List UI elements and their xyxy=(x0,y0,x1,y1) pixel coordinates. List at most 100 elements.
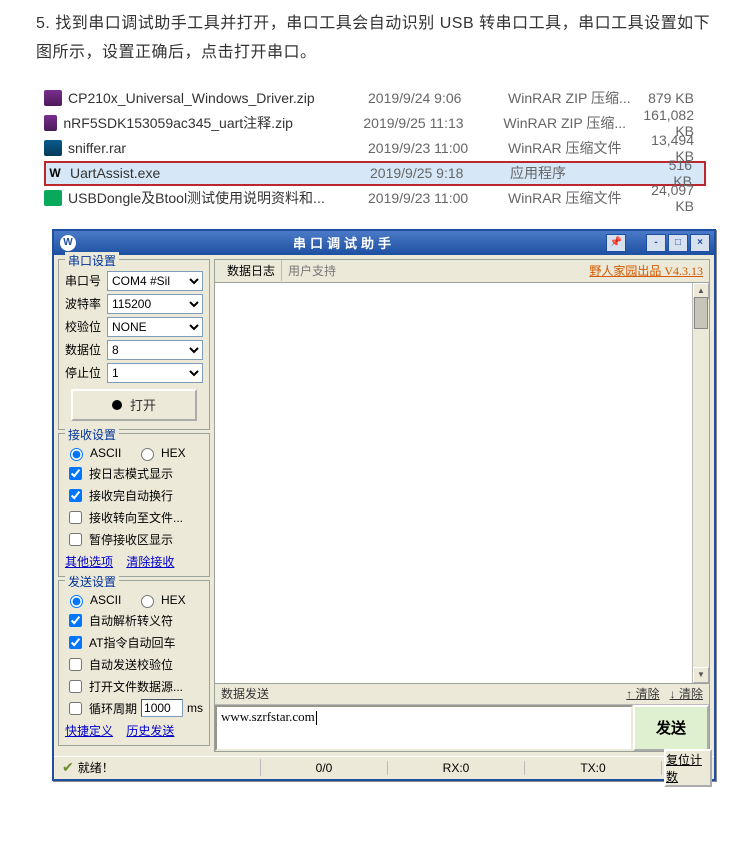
titlebar[interactable]: W 串口调试助手 📌 - □ × xyxy=(54,231,714,255)
baud-select[interactable]: 115200 xyxy=(107,294,203,314)
scroll-down-icon[interactable]: ▼ xyxy=(693,667,709,683)
open-port-label: 打开 xyxy=(130,395,156,414)
send-settings-group: 发送设置 ASCII HEX 自动解析转义符 AT指令自动回车 自动发送校验位 … xyxy=(58,580,210,746)
file-list: CP210x_Universal_Windows_Driver.zip2019/… xyxy=(36,86,714,211)
file-name: USBDongle及Btool测试使用说明资料和... xyxy=(68,188,368,208)
port-label: 串口号 xyxy=(65,272,107,289)
send-ascii-label: ASCII xyxy=(90,593,121,607)
file-date: 2019/9/23 11:00 xyxy=(368,140,508,156)
send-ascii-radio[interactable] xyxy=(70,595,83,608)
file-row[interactable]: CP210x_Universal_Windows_Driver.zip2019/… xyxy=(44,86,706,111)
send-openfile-label: 打开文件数据源... xyxy=(89,678,183,695)
serial-settings-group: 串口设置 串口号 COM4 #Sil 波特率 115200 校验位 NONE xyxy=(58,259,210,430)
file-date: 2019/9/25 11:13 xyxy=(363,115,503,131)
file-type: WinRAR ZIP 压缩... xyxy=(508,88,648,108)
reset-count-button[interactable]: 复位计数 xyxy=(664,749,712,787)
tab-user-support[interactable]: 用户支持 xyxy=(281,260,342,281)
instruction-text: 5. 找到串口调试助手工具并打开，串口工具会自动识别 USB 转串口工具，串口工… xyxy=(36,10,714,68)
send-escape-label: 自动解析转义符 xyxy=(89,612,173,629)
recv-hex-radio[interactable] xyxy=(141,448,154,461)
file-row[interactable]: nRF5SDK153059ac345_uart注释.zip2019/9/25 1… xyxy=(44,111,706,136)
file-name: CP210x_Universal_Windows_Driver.zip xyxy=(68,90,368,106)
open-port-button[interactable]: 打开 xyxy=(71,389,197,421)
send-cycle-check[interactable] xyxy=(69,702,82,715)
send-autochk-check[interactable] xyxy=(69,658,82,671)
send-cycle-input[interactable] xyxy=(141,699,183,717)
send-openfile-check[interactable] xyxy=(69,680,82,693)
send-atcr-check[interactable] xyxy=(69,636,82,649)
recv-ascii-label: ASCII xyxy=(90,446,121,460)
file-type: WinRAR 压缩文件 xyxy=(508,138,648,158)
status-tx: TX:0 xyxy=(525,761,662,775)
brand-label[interactable]: 野人家园出品 V4.3.13 xyxy=(589,262,703,279)
maximize-button[interactable]: □ xyxy=(668,234,688,252)
send-cycle-unit: ms xyxy=(187,701,203,715)
file-row[interactable]: USBDongle及Btool测试使用说明资料和...2019/9/23 11:… xyxy=(44,186,706,211)
file-date: 2019/9/25 9:18 xyxy=(370,165,510,181)
recv-pause-check[interactable] xyxy=(69,533,82,546)
send-shortcut-link[interactable]: 快捷定义 xyxy=(65,724,113,738)
recv-settings-legend: 接收设置 xyxy=(65,426,119,443)
status-ready-text: 就绪！ xyxy=(78,759,114,776)
recv-clear-link[interactable]: 清除接收 xyxy=(126,555,174,569)
caret-icon xyxy=(316,711,317,725)
send-input[interactable]: www.szrfstar.com xyxy=(215,705,633,751)
status-dot-icon xyxy=(112,400,122,410)
send-cycle-label: 循环周期 xyxy=(89,700,137,717)
file-type: WinRAR ZIP 压缩... xyxy=(503,113,643,133)
recv-pause-label: 暂停接收区显示 xyxy=(89,531,173,548)
app-icon: W xyxy=(60,235,76,251)
file-size: 879 KB xyxy=(648,90,706,106)
recv-bylog-check[interactable] xyxy=(69,467,82,480)
pdf-icon xyxy=(44,190,62,206)
recv-autowrap-check[interactable] xyxy=(69,489,82,502)
statusbar: ✔ 就绪！ 0/0 RX:0 TX:0 复位计数 xyxy=(54,756,714,779)
file-type: 应用程序 xyxy=(510,163,650,183)
send-header-label: 数据发送 xyxy=(221,685,269,702)
send-button[interactable]: 发送 xyxy=(633,705,709,751)
recv-ascii-radio[interactable] xyxy=(70,448,83,461)
file-date: 2019/9/24 9:06 xyxy=(368,90,508,106)
data-log-area[interactable]: ▲ ▼ xyxy=(214,282,710,684)
file-name: UartAssist.exe xyxy=(70,165,370,181)
rar-icon xyxy=(44,140,62,156)
file-row[interactable]: sniffer.rar2019/9/23 11:00WinRAR 压缩文件13,… xyxy=(44,136,706,161)
databits-select[interactable]: 8 xyxy=(107,340,203,360)
send-hex-radio[interactable] xyxy=(141,595,154,608)
baud-label: 波特率 xyxy=(65,295,107,312)
pin-icon[interactable]: 📌 xyxy=(606,234,626,252)
close-button[interactable]: × xyxy=(690,234,710,252)
send-clear-down[interactable]: 清除 xyxy=(670,685,703,702)
file-date: 2019/9/23 11:00 xyxy=(368,190,508,206)
port-select[interactable]: COM4 #Sil xyxy=(107,271,203,291)
send-autochk-label: 自动发送校验位 xyxy=(89,656,173,673)
recv-tofile-label: 接收转向至文件... xyxy=(89,509,183,526)
recv-bylog-label: 按日志模式显示 xyxy=(89,465,173,482)
recv-tofile-check[interactable] xyxy=(69,511,82,524)
minimize-button[interactable]: - xyxy=(646,234,666,252)
send-settings-legend: 发送设置 xyxy=(65,573,119,590)
file-row[interactable]: WUartAssist.exe2019/9/25 9:18应用程序516 KB xyxy=(44,161,706,186)
right-header: 数据日志 用户支持 野人家园出品 V4.3.13 xyxy=(214,259,710,282)
recv-other-link[interactable]: 其他选项 xyxy=(65,555,113,569)
serial-settings-legend: 串口设置 xyxy=(65,252,119,269)
exe-icon: W xyxy=(46,165,64,181)
scroll-thumb[interactable] xyxy=(694,297,708,329)
tab-data-log[interactable]: 数据日志 xyxy=(221,260,281,281)
file-name: sniffer.rar xyxy=(68,140,368,156)
recv-hex-label: HEX xyxy=(161,446,186,460)
parity-label: 校验位 xyxy=(65,318,107,335)
recv-autowrap-label: 接收完自动换行 xyxy=(89,487,173,504)
parity-select[interactable]: NONE xyxy=(107,317,203,337)
send-history-link[interactable]: 历史发送 xyxy=(126,724,174,738)
scrollbar[interactable]: ▲ ▼ xyxy=(692,283,709,683)
send-input-value: www.szrfstar.com xyxy=(221,709,315,724)
file-size: 24,097 KB xyxy=(648,182,706,214)
zip-icon xyxy=(44,90,62,106)
send-clear-up[interactable]: 清除 xyxy=(626,685,659,702)
send-escape-check[interactable] xyxy=(69,614,82,627)
send-hex-label: HEX xyxy=(161,593,186,607)
file-type: WinRAR 压缩文件 xyxy=(508,188,648,208)
file-name: nRF5SDK153059ac345_uart注释.zip xyxy=(63,113,363,133)
stopbits-select[interactable]: 1 xyxy=(107,363,203,383)
